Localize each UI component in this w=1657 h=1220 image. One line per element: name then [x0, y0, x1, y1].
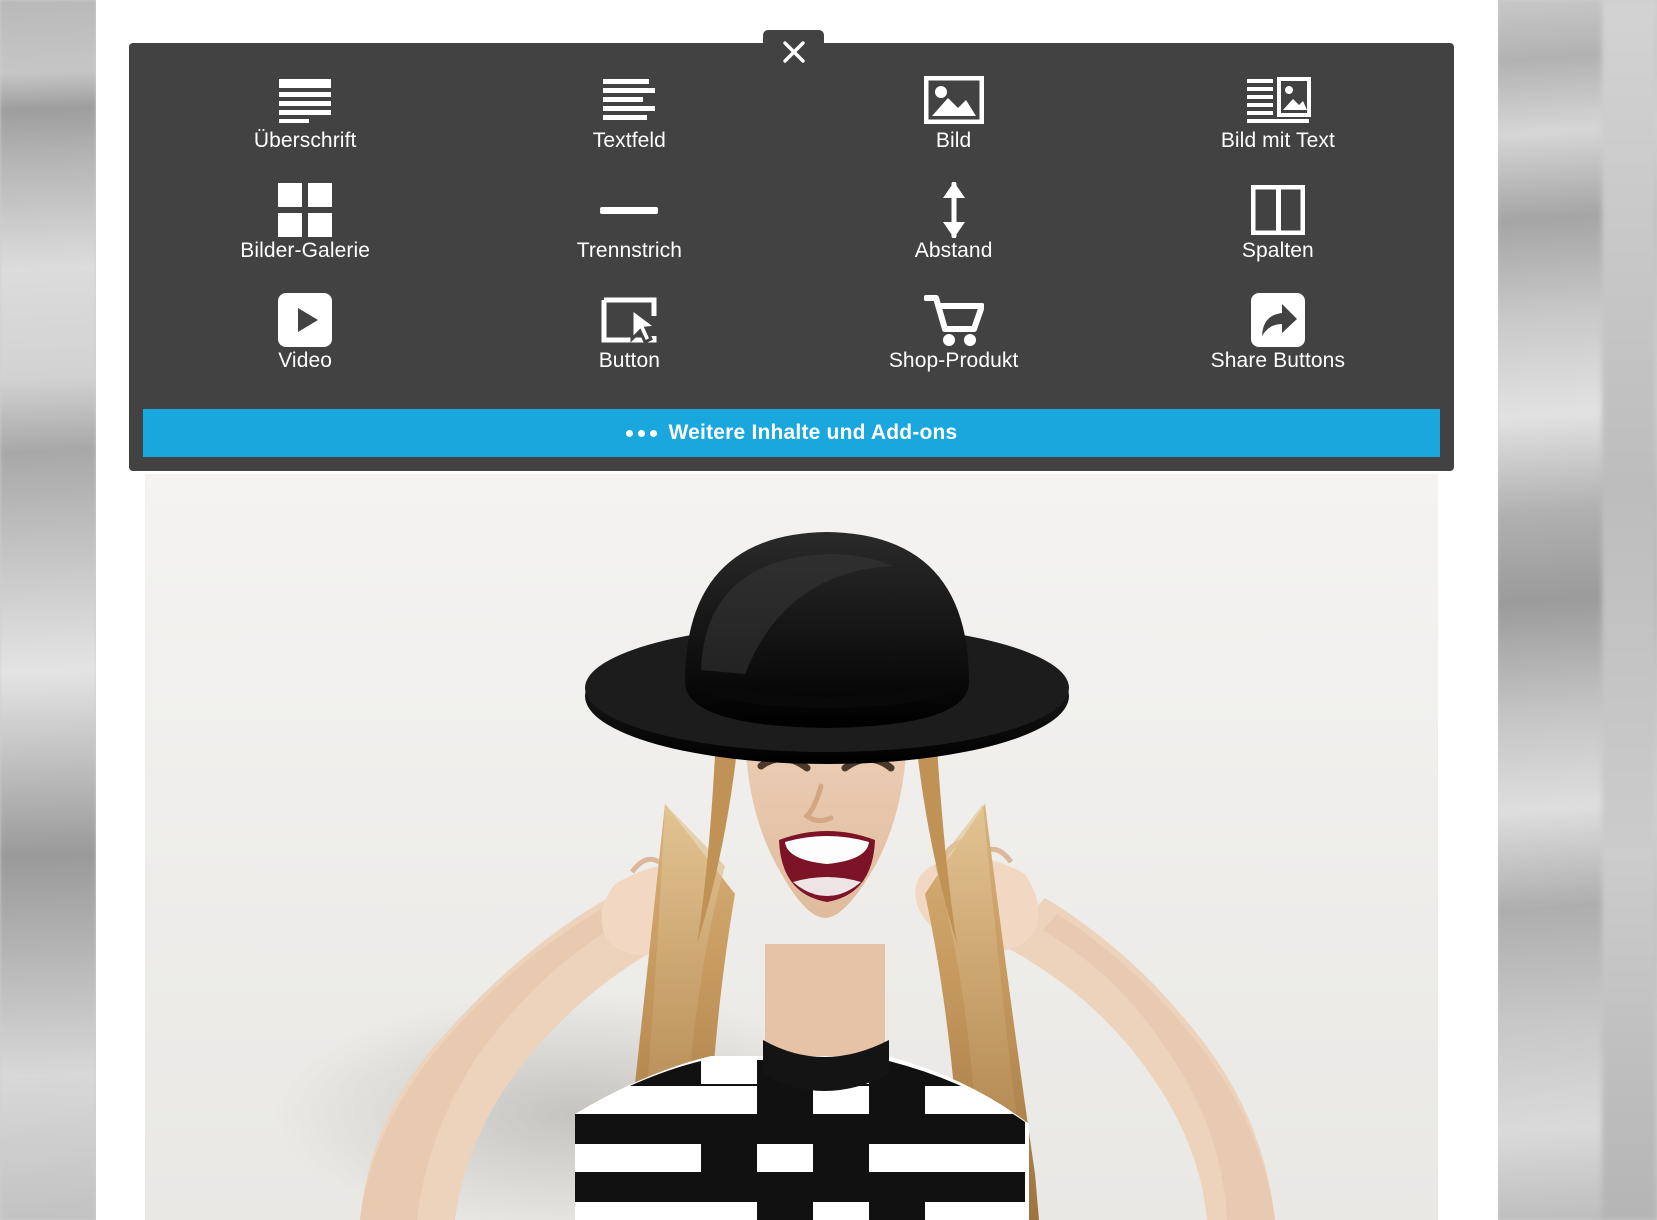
shopping-cart-icon — [923, 291, 984, 349]
insert-item-label: Bild — [935, 129, 972, 152]
insert-item-label: Bild mit Text — [1220, 129, 1335, 152]
insert-item-ueberschrift[interactable]: Überschrift — [143, 71, 467, 181]
insert-item-label: Trennstrich — [576, 239, 683, 262]
hero-image[interactable] — [145, 474, 1438, 1220]
insert-item-button[interactable]: Button — [467, 291, 791, 401]
insert-item-bild-mit-text[interactable]: Bild mit Text — [1116, 71, 1440, 181]
insert-item-label: Video — [278, 349, 333, 372]
more-content-addons-label: Weitere Inhalte und Add-ons — [668, 421, 958, 444]
columns-icon — [1250, 181, 1305, 239]
insert-item-label: Button — [598, 349, 661, 372]
button-cursor-icon — [600, 291, 659, 349]
insert-item-label: Shop-Produkt — [888, 349, 1019, 372]
insert-item-trennstrich[interactable]: Trennstrich — [467, 181, 791, 291]
play-button-icon — [278, 291, 333, 349]
gallery-grid-icon — [278, 181, 333, 239]
text-block-icon — [597, 71, 661, 129]
close-icon — [782, 41, 805, 63]
insert-item-bilder-galerie[interactable]: Bilder-Galerie — [143, 181, 467, 291]
insert-item-abstand[interactable]: Abstand — [792, 181, 1116, 291]
close-panel-button[interactable] — [763, 30, 824, 74]
horizontal-rule-icon — [600, 181, 659, 239]
insert-item-label: Share Buttons — [1210, 349, 1346, 372]
insert-item-label: Überschrift — [253, 129, 357, 152]
insert-item-shop-produkt[interactable]: Shop-Produkt — [792, 291, 1116, 401]
insert-element-panel: Überschrift Textfeld Bild Bild mit Text … — [129, 43, 1454, 471]
insert-item-label: Spalten — [1241, 239, 1314, 262]
spacer-arrow-icon — [934, 181, 974, 239]
insert-item-label: Bilder-Galerie — [240, 239, 371, 262]
background-strip-right — [1497, 0, 1657, 1220]
insert-element-grid: Überschrift Textfeld Bild Bild mit Text … — [129, 43, 1454, 409]
image-icon — [923, 71, 984, 129]
insert-item-spalten[interactable]: Spalten — [1116, 181, 1440, 291]
insert-item-textfeld[interactable]: Textfeld — [467, 71, 791, 181]
ellipsis-icon — [625, 429, 657, 437]
background-strip-left — [0, 0, 96, 1220]
more-content-addons-button[interactable]: Weitere Inhalte und Add-ons — [143, 409, 1440, 457]
share-arrow-icon — [1250, 291, 1305, 349]
insert-item-label: Textfeld — [592, 129, 666, 152]
image-with-text-icon — [1245, 71, 1311, 129]
insert-item-video[interactable]: Video — [143, 291, 467, 401]
background-strip-right-band — [1602, 0, 1657, 1220]
insert-item-bild[interactable]: Bild — [792, 71, 1116, 181]
heading-icon — [273, 71, 337, 129]
insert-item-label: Abstand — [914, 239, 993, 262]
insert-item-share-buttons[interactable]: Share Buttons — [1116, 291, 1440, 401]
